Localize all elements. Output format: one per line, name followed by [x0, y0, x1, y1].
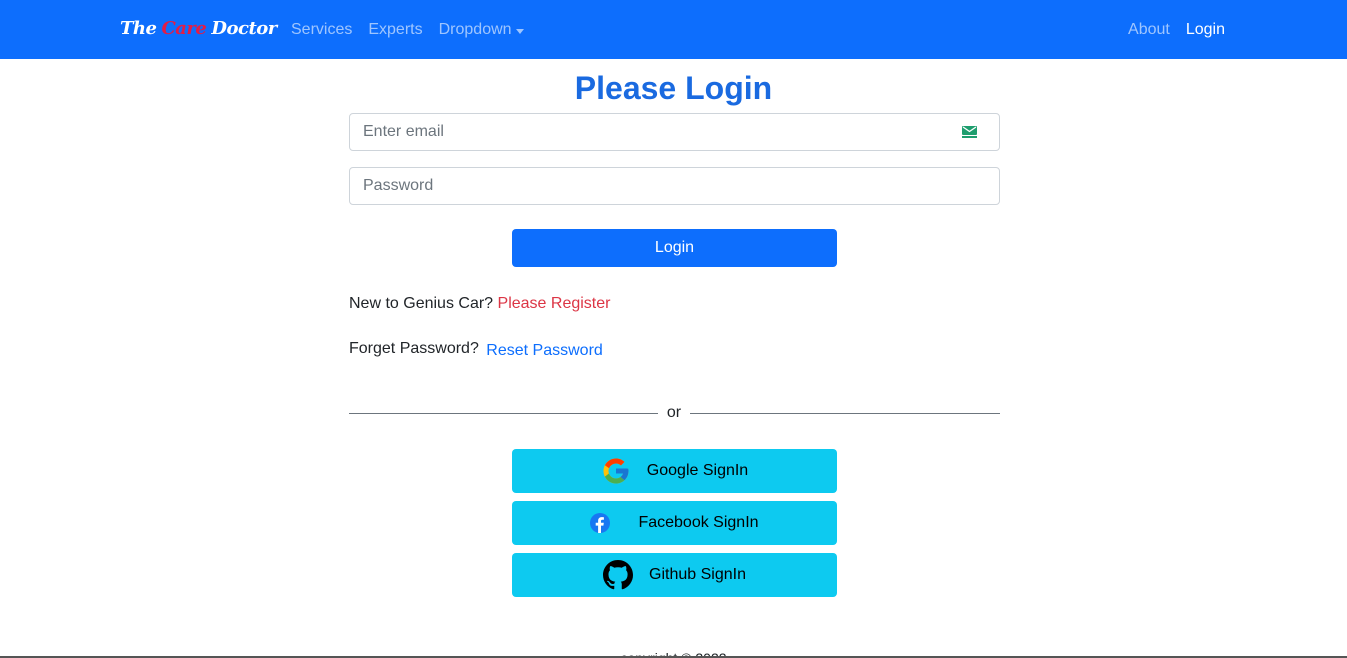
or-divider: or [349, 403, 1000, 423]
brand-text-doctor: Doctor [211, 18, 277, 39]
divider-text: or [666, 404, 682, 421]
github-icon [603, 560, 634, 590]
github-signin-label: Github SignIn [649, 566, 746, 583]
email-field-wrapper [349, 113, 1000, 151]
nav-link-about[interactable]: About [1128, 19, 1170, 41]
nav-right-links: About Login [1128, 19, 1225, 41]
nav-link-services[interactable]: Services [291, 19, 352, 41]
google-signin-label: Google SignIn [646, 462, 749, 479]
github-signin-button[interactable]: Github SignIn [512, 553, 837, 597]
top-navbar: The Care Doctor Services Experts Dropdow… [0, 0, 1347, 59]
login-button[interactable]: Login [512, 229, 837, 267]
caret-down-icon [515, 28, 524, 34]
nav-dropdown-label: Dropdown [438, 21, 512, 38]
brand-logo[interactable]: The Care Doctor [120, 18, 277, 44]
nav-link-login[interactable]: Login [1186, 19, 1225, 41]
divider-line-left [349, 413, 658, 414]
register-prompt-line: New to Genius Car? Please Register [349, 294, 610, 314]
register-prompt: New to Genius Car? [349, 295, 494, 312]
facebook-icon [590, 513, 611, 533]
password-input[interactable] [350, 168, 999, 204]
reset-prompt: Forget Password? [349, 340, 479, 357]
facebook-signin-button[interactable]: Facebook SignIn [512, 501, 837, 545]
page-title: Please Login [574, 70, 773, 106]
nav-dropdown-toggle[interactable]: Dropdown [439, 19, 524, 41]
password-field-wrapper [349, 167, 1000, 205]
email-autofill-icon[interactable] [962, 126, 977, 138]
reset-prompt-line: Forget Password? Reset Password [349, 339, 603, 359]
register-link[interactable]: Please Register [498, 295, 611, 312]
divider-line-right [690, 413, 1000, 414]
brand-text-care: Care [161, 18, 207, 39]
google-signin-button[interactable]: Google SignIn [512, 449, 837, 493]
reset-password-link[interactable]: Reset Password [486, 342, 603, 359]
nav-left-links: Services Experts Dropdown [291, 19, 524, 41]
facebook-signin-label: Facebook SignIn [638, 514, 759, 531]
email-input[interactable] [350, 114, 999, 150]
google-icon [601, 456, 631, 486]
nav-link-experts[interactable]: Experts [368, 19, 422, 41]
brand-text-the: The [120, 18, 157, 39]
